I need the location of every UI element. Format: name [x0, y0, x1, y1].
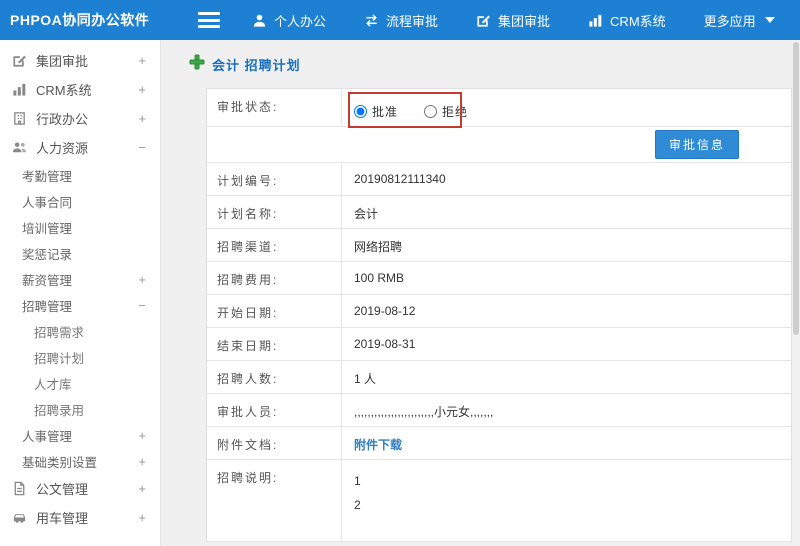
field-value: 会计 [354, 207, 379, 221]
person-icon [252, 13, 267, 28]
approve-radio-label[interactable]: 批准 [354, 103, 398, 120]
sidebar-item-personnel-mgmt[interactable]: 人事管理 + [0, 422, 160, 448]
sidebar-item-crm[interactable]: CRM系统 + [0, 75, 160, 104]
hamburger-icon[interactable] [198, 12, 220, 28]
table-row: 招聘费用: 100 RMB [207, 262, 791, 295]
app-logo: PHPOA协同办公软件 [10, 12, 150, 28]
table-row: 审批人员: ,,,,,,,,,,,,,,,,,,,,,,,,小元女,,,,,,, [207, 394, 791, 427]
nav-workflow-approval[interactable]: 流程审批 [364, 11, 438, 30]
field-label: 招聘说明: [207, 460, 342, 541]
nav-group-approval[interactable]: 集团审批 [476, 11, 550, 30]
car-icon [12, 510, 28, 526]
nav-more-apps[interactable]: 更多应用 [704, 11, 775, 30]
table-row: 招聘人数: 1 人 [207, 361, 791, 394]
building-icon [12, 111, 28, 127]
table-row: 计划名称: 会计 [207, 196, 791, 229]
field-label: 审批人员: [207, 394, 342, 426]
field-value: 100 RMB [354, 271, 405, 285]
button-row: 审批信息 [207, 127, 791, 163]
field-value: ,,,,,,,,,,,,,,,,,,,,,,,,小元女,,,,,,, [354, 405, 494, 419]
nav-crm-system[interactable]: CRM系统 [588, 11, 666, 30]
scrollbar-thumb[interactable] [793, 42, 799, 336]
description-line: 2 [354, 498, 361, 512]
field-label: 招聘费用: [207, 262, 342, 294]
attachment-download-link[interactable]: 附件下载 [354, 438, 402, 452]
sidebar-item-recruit-plan[interactable]: 招聘计划 [0, 344, 160, 370]
field-label: 招聘渠道: [207, 229, 342, 261]
sidebar-item-vehicle[interactable]: 用车管理 + [0, 503, 160, 532]
expand-toggle[interactable]: + [138, 272, 146, 287]
expand-toggle[interactable]: + [138, 510, 146, 525]
expand-toggle[interactable]: + [138, 428, 146, 443]
collapse-toggle[interactable]: − [138, 140, 146, 155]
field-label: 结束日期: [207, 328, 342, 360]
bar-chart-icon [588, 13, 603, 28]
vertical-scrollbar[interactable] [792, 40, 800, 546]
sidebar-item-recruit-mgmt[interactable]: 招聘管理 − [0, 292, 160, 318]
collapse-toggle[interactable]: − [138, 298, 146, 313]
table-row: 计划编号: 20190812111340 [207, 163, 791, 196]
top-nav: 个人办公 流程审批 集团审批 CRM系统 更多应用 [252, 11, 775, 30]
sidebar-item-base-category[interactable]: 基础类别设置 + [0, 448, 160, 474]
edit-icon [12, 53, 28, 69]
expand-toggle[interactable]: + [138, 111, 146, 126]
page-title: 会计 招聘计划 [212, 58, 301, 73]
sidebar-item-talent-pool[interactable]: 人才库 [0, 370, 160, 396]
nav-personal-office[interactable]: 个人办公 [252, 11, 326, 30]
status-label: 审批状态: [207, 89, 342, 126]
status-row: 审批状态: 批准 拒绝 [207, 89, 791, 128]
sidebar-item-recruit-need[interactable]: 招聘需求 [0, 318, 160, 344]
table-row-attachment: 附件文档: 附件下载 [207, 427, 791, 460]
caret-down-icon [764, 17, 775, 23]
sidebar-item-attendance[interactable]: 考勤管理 [0, 162, 160, 188]
breadcrumb: 会计 招聘计划 [161, 40, 800, 75]
field-label: 计划名称: [207, 196, 342, 228]
field-value: 网络招聘 [354, 240, 403, 254]
sidebar-item-documents[interactable]: 公文管理 + [0, 474, 160, 503]
sidebar-item-rewards[interactable]: 奖惩记录 [0, 240, 160, 266]
people-icon [12, 140, 28, 156]
approval-form: 审批状态: 批准 拒绝 审批信息 计划编号: 20190812111340 计划… [206, 88, 792, 542]
field-label: 附件文档: [207, 427, 342, 459]
field-value: 20190812111340 [354, 172, 446, 186]
field-value: 1 人 [354, 372, 377, 386]
status-radio-group: 批准 拒绝 [342, 89, 791, 126]
add-plus-icon[interactable] [189, 54, 205, 75]
description-line: 1 [354, 474, 361, 488]
document-icon [12, 481, 28, 497]
expand-toggle[interactable]: + [138, 82, 146, 97]
field-value: 2019-08-12 [354, 304, 416, 318]
sidebar-item-admin-office[interactable]: 行政办公 + [0, 104, 160, 133]
bar-chart-icon [12, 82, 28, 98]
table-row: 招聘渠道: 网络招聘 [207, 229, 791, 262]
workflow-icon [364, 13, 379, 28]
sidebar-item-recruit-hire[interactable]: 招聘录用 [0, 396, 160, 422]
edit-icon [476, 13, 491, 28]
field-label: 计划编号: [207, 163, 342, 195]
table-row: 结束日期: 2019-08-31 [207, 328, 791, 361]
reject-radio[interactable] [424, 105, 438, 118]
sidebar-item-hr-contract[interactable]: 人事合同 [0, 188, 160, 214]
expand-toggle[interactable]: + [138, 481, 146, 496]
approve-radio[interactable] [354, 105, 367, 118]
field-label: 招聘人数: [207, 361, 342, 393]
approval-info-button[interactable]: 审批信息 [654, 130, 739, 159]
reject-radio-label[interactable]: 拒绝 [424, 103, 468, 120]
sidebar-item-salary[interactable]: 薪资管理 + [0, 266, 160, 292]
sidebar-item-group-approval[interactable]: 集团审批 + [0, 46, 160, 75]
table-row-description: 招聘说明: 1 2 [207, 460, 791, 542]
field-value: 2019-08-31 [354, 337, 416, 351]
field-label: 开始日期: [207, 295, 342, 327]
sidebar-item-training[interactable]: 培训管理 [0, 214, 160, 240]
main-content: 会计 招聘计划 审批状态: 批准 拒绝 审批信息 计划编号: 201908121… [161, 40, 800, 546]
expand-toggle[interactable]: + [138, 53, 146, 68]
top-bar: PHPOA协同办公软件 个人办公 流程审批 集团审批 CRM系统 更多应用 [0, 0, 800, 40]
table-row: 开始日期: 2019-08-12 [207, 295, 791, 328]
sidebar: 集团审批 + CRM系统 + 行政办公 + 人力资源 − 考勤管理 人事合同 培… [0, 40, 161, 546]
sidebar-item-hr[interactable]: 人力资源 − [0, 133, 160, 162]
expand-toggle[interactable]: + [138, 454, 146, 469]
